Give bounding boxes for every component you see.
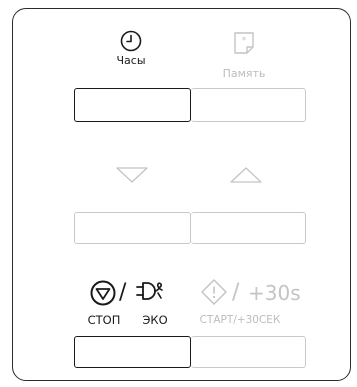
clock-button[interactable] (74, 88, 191, 122)
start-label: СТАРТ/+30СЕК (199, 314, 281, 326)
stop-eco-separator: / (119, 280, 127, 305)
memory-star-icon: * (233, 31, 255, 55)
stop-label: СТОП (87, 313, 121, 327)
svg-text:*: * (242, 36, 247, 46)
stop-icon (90, 280, 116, 306)
down-button[interactable] (74, 212, 191, 244)
start-button[interactable] (191, 336, 306, 368)
clock-icon (120, 30, 142, 52)
start-diamond-icon (200, 278, 228, 306)
clock-label: Часы (116, 54, 146, 67)
eco-label: ЭКО (142, 313, 168, 327)
up-button[interactable] (191, 212, 306, 244)
start-separator: / (232, 280, 240, 305)
triangle-up-icon (229, 166, 263, 184)
stop-eco-button[interactable] (74, 336, 191, 368)
triangle-down-icon (115, 166, 149, 184)
plus-30s-text: +30s (248, 281, 301, 305)
memory-button[interactable] (191, 88, 306, 122)
eco-plug-icon (134, 278, 166, 304)
memory-label: Память (222, 67, 266, 80)
